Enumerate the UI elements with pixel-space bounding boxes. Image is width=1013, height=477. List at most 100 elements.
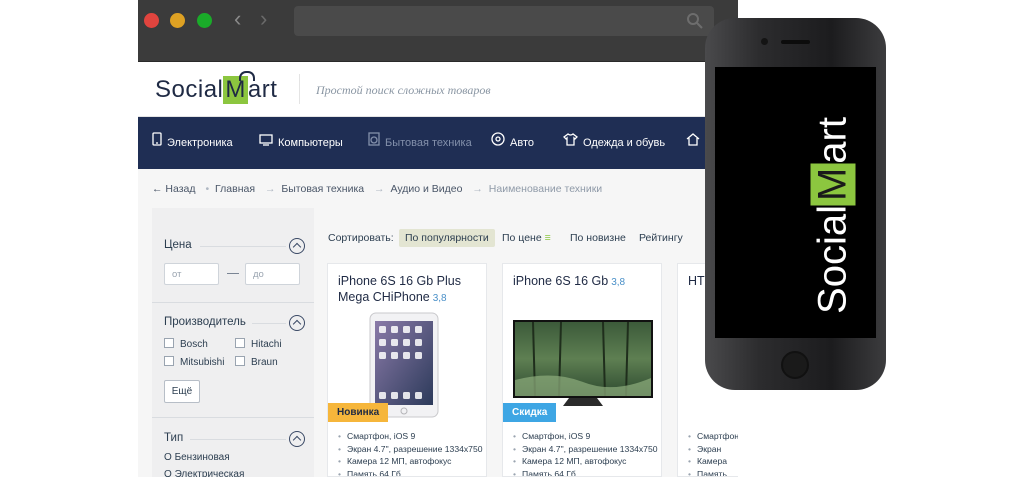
phone-app-logo: SocialMart [810, 117, 856, 314]
category-appliances[interactable]: Бытовая техника [368, 117, 472, 169]
appliance-icon [368, 117, 380, 169]
browser-toolbar: ‹ › [138, 0, 738, 62]
collapse-maker-chevron-icon[interactable] [289, 315, 305, 331]
sort-lines-icon: ≡ [544, 232, 551, 244]
type-radio-gasoline[interactable]: O Бензиновая [164, 452, 230, 463]
product-specs: Смартфон Экран Камера Память [688, 431, 738, 477]
breadcrumb-back-link[interactable]: ← Назад [152, 183, 196, 195]
sort-label: Сортировать: [328, 232, 394, 244]
back-arrow-icon[interactable]: ‹ [234, 8, 241, 30]
breadcrumb-item-appliances[interactable]: Бытовая техника [281, 183, 364, 195]
more-makers-button[interactable]: Ещё [164, 380, 200, 403]
phone-screen: SocialMart [715, 67, 876, 338]
home-icon [686, 117, 700, 169]
filter-divider [190, 439, 286, 440]
category-label: Компьютеры [278, 137, 343, 149]
filter-section-divider [152, 417, 314, 418]
close-window-button[interactable] [144, 13, 159, 28]
spec-item: Камера 12 МП, автофокус [338, 456, 483, 469]
filter-maker-title: Производитель [164, 316, 246, 328]
filter-section-divider [152, 302, 314, 303]
collapse-price-chevron-icon[interactable] [289, 238, 305, 254]
checkbox-icon [164, 356, 174, 367]
logo-text-social: Social [155, 76, 224, 103]
price-from-input[interactable]: от [164, 263, 219, 285]
product-specs: Смартфон, iOS 9 Экран 4.7", разрешение 1… [338, 431, 483, 476]
search-icon[interactable] [686, 12, 704, 30]
breadcrumb-separator: → [374, 183, 385, 195]
filter-divider [252, 323, 286, 324]
breadcrumb-current: Наименование техники [488, 183, 603, 195]
category-label: Одежда и обувь [583, 137, 666, 149]
category-label: Бытовая техника [385, 137, 472, 149]
phone-icon [152, 117, 162, 169]
site-header: SocialMart Простой поиск сложных товаров [138, 62, 738, 117]
sort-option-rating[interactable]: Рейтингу [639, 229, 683, 247]
breadcrumb-item-audio-video[interactable]: Аудио и Видео [390, 183, 462, 195]
tv-product-image[interactable] [513, 320, 653, 410]
product-card[interactable]: iPhone 6S 16 Gb Plus Mega CHiPhone 3,8 Но… [327, 263, 487, 477]
bag-handle-icon [239, 71, 255, 81]
sort-option-popularity[interactable]: По популярности [399, 229, 495, 247]
badge-sale: Скидка [503, 403, 557, 422]
category-home[interactable] [686, 117, 705, 169]
phone-mockup: SocialMart [705, 18, 886, 390]
shirt-icon [563, 117, 578, 169]
sort-option-newest[interactable]: По новизне [570, 229, 626, 247]
maximize-window-button[interactable] [197, 13, 212, 28]
category-electronics[interactable]: Электроника [152, 117, 233, 169]
maker-checkbox-hitachi[interactable]: Hitachi [235, 338, 282, 350]
category-clothing[interactable]: Одежда и обувь [563, 117, 665, 169]
category-computers[interactable]: Компьютеры [259, 117, 343, 169]
badge-new: Новинка [328, 403, 389, 422]
product-title[interactable]: iPhone 6S 16 Gb 3,8 [513, 273, 661, 291]
spec-item: Память [688, 469, 738, 477]
product-card[interactable]: iPhone 6S 16 Gb3,8 Скидка Смартфон, iOS … [502, 263, 662, 477]
price-to-input[interactable]: до [245, 263, 300, 285]
browser-window: ‹ › SocialMart Простой поиск сложных тов… [138, 0, 738, 477]
breadcrumb-separator: • [205, 183, 210, 195]
phone-camera [761, 38, 768, 45]
product-rating: 3,8 [611, 277, 626, 288]
spec-item: Память 64 Гб [513, 469, 658, 477]
spec-item: Камера 12 МП, автофокус [513, 456, 658, 469]
minimize-window-button[interactable] [170, 13, 185, 28]
product-specs: Смартфон, iOS 9 Экран 4.7", разрешение 1… [513, 431, 658, 477]
breadcrumb-item-home[interactable]: Главная [215, 183, 255, 195]
category-auto[interactable]: Авто [491, 117, 534, 169]
breadcrumb-separator: → [472, 183, 483, 195]
category-label: Электроника [167, 137, 233, 149]
filter-divider [200, 246, 286, 247]
spec-item: Экран 4.7", разрешение 1334х750 [513, 444, 658, 457]
breadcrumb-separator: → [264, 183, 276, 195]
maker-checkbox-mitsubishi[interactable]: Mitsubishi [164, 356, 224, 368]
spec-item: Камера [688, 456, 738, 469]
checkbox-icon [164, 338, 174, 349]
site-logo[interactable]: SocialMart [155, 71, 277, 104]
spec-item: Смартфон, iOS 9 [513, 431, 658, 444]
spec-item: Экран 4.7", разрешение 1334х750 [338, 444, 483, 457]
maker-checkbox-bosch[interactable]: Bosch [164, 338, 208, 350]
phone-speaker [781, 40, 810, 44]
spec-item: Смартфон, iOS 9 [338, 431, 483, 444]
collapse-type-chevron-icon[interactable] [289, 431, 305, 447]
phone-home-button[interactable] [781, 351, 809, 379]
monitor-icon [259, 117, 273, 169]
header-divider [299, 74, 300, 104]
type-radio-electric[interactable]: O Электрическая [164, 469, 244, 477]
checkbox-icon [235, 338, 245, 349]
category-label: Авто [510, 137, 534, 149]
price-range-dash [227, 273, 239, 274]
sort-option-price[interactable]: По цене ≡ [502, 229, 551, 247]
forward-arrow-icon[interactable]: › [260, 8, 267, 30]
address-bar[interactable] [294, 6, 714, 36]
category-nav: Электроника Компьютеры Бытовая техника А… [138, 117, 738, 169]
checkbox-icon [235, 356, 245, 367]
logo-m-bag: M [810, 163, 856, 206]
filter-type-title: Тип [164, 432, 184, 444]
spec-item: Экран [688, 444, 738, 457]
site-tagline: Простой поиск сложных товаров [316, 83, 491, 97]
product-title[interactable]: iPhone 6S 16 Gb Plus Mega CHiPhone 3,8 [338, 273, 486, 307]
product-rating: 3,8 [432, 293, 447, 304]
maker-checkbox-braun[interactable]: Braun [235, 356, 278, 368]
